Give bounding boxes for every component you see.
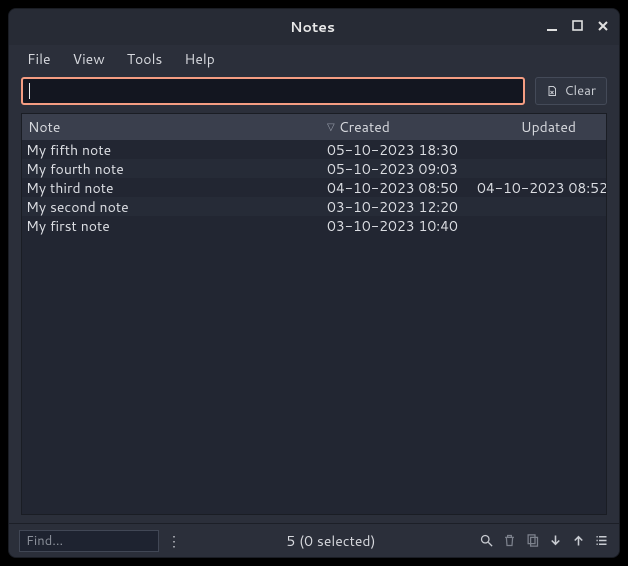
cell-note: My third note [22,178,327,198]
column-header-note[interactable]: Note [22,117,327,137]
find-options-icon[interactable]: ⋮ [165,531,183,551]
minimize-button[interactable] [546,20,558,35]
menu-help[interactable]: Help [174,45,224,73]
cell-updated: 04-10-2023 08:52 [477,178,606,198]
app-window: Notes File View Tools Help Clear [8,8,620,558]
cell-created: 04-10-2023 08:50 [327,178,477,198]
cell-created: 03-10-2023 12:20 [327,197,477,217]
cell-created: 05-10-2023 09:03 [327,159,477,179]
clear-button-label: Clear [564,82,596,100]
maximize-button[interactable] [572,20,583,34]
cell-note: My fourth note [22,159,327,179]
sort-desc-icon: ▽ [327,120,335,134]
table-row[interactable]: My fifth note05-10-2023 18:30 [22,140,606,159]
cell-created: 03-10-2023 10:40 [327,216,477,236]
delete-icon[interactable] [502,533,517,548]
cell-note: My second note [22,197,327,217]
clear-icon [546,85,558,97]
copy-icon[interactable] [525,533,540,548]
column-header-created[interactable]: ▽ Created [327,117,477,137]
text-caret [29,83,30,99]
table-row[interactable]: My first note03-10-2023 10:40 [22,216,606,235]
window-title: Notes [79,17,546,37]
list-view-icon[interactable] [594,533,609,548]
clear-button[interactable]: Clear [535,77,607,105]
cell-note: My fifth note [22,140,327,160]
column-header-updated[interactable]: Updated [477,117,606,137]
table-row[interactable]: My fourth note05-10-2023 09:03 [22,159,606,178]
close-button[interactable] [597,20,609,35]
search-input[interactable] [23,79,523,103]
menu-view[interactable]: View [63,45,115,73]
table-body: My fifth note05-10-2023 18:30My fourth n… [22,140,606,514]
menu-file[interactable]: File [17,45,61,73]
table-header: Note ▽ Created Updated [22,114,606,140]
search-box[interactable] [21,77,525,105]
move-down-icon[interactable] [548,533,563,548]
move-up-icon[interactable] [571,533,586,548]
menubar: File View Tools Help [9,45,619,73]
find-input[interactable] [19,530,159,552]
table-row[interactable]: My third note04-10-2023 08:5004-10-2023 … [22,178,606,197]
notes-table: Note ▽ Created Updated My fifth note05-1… [21,113,607,515]
titlebar: Notes [9,9,619,45]
status-summary: 5 (0 selected) [189,531,473,551]
menu-tools[interactable]: Tools [117,45,173,73]
cell-note: My first note [22,216,327,236]
cell-created: 05-10-2023 18:30 [327,140,477,160]
table-row[interactable]: My second note03-10-2023 12:20 [22,197,606,216]
search-icon[interactable] [479,533,494,548]
statusbar: ⋮ 5 (0 selected) [9,523,619,557]
